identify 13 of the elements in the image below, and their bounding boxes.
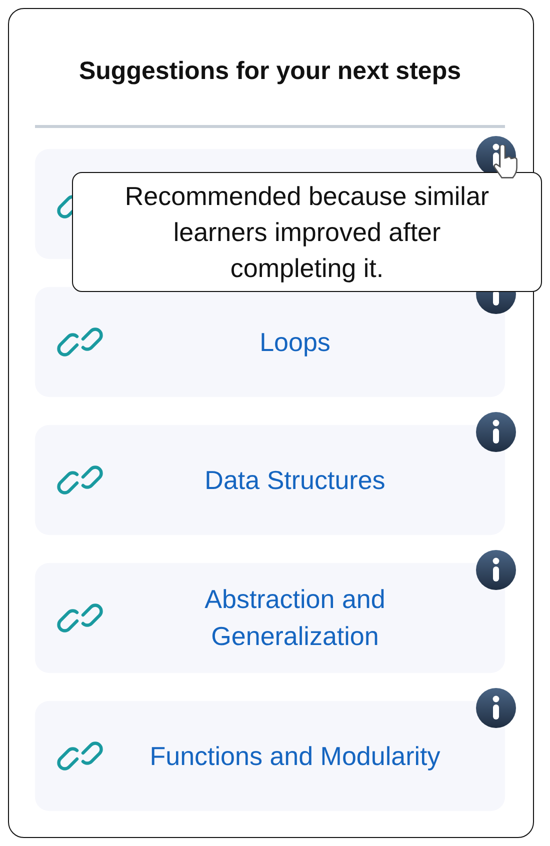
suggestion-title[interactable]: Functions and Modularity — [103, 738, 487, 774]
suggestion-title[interactable]: Abstraction and Generalization — [103, 581, 487, 655]
suggestion-title[interactable]: Loops — [103, 324, 487, 360]
suggestion-card[interactable]: Loops — [35, 287, 505, 397]
suggestion-card[interactable]: Functions and Modularity — [35, 701, 505, 811]
suggestion-card[interactable]: Abstraction and Generalization — [35, 563, 505, 673]
suggestion-card[interactable]: Data Structures — [35, 425, 505, 535]
panel-title: Suggestions for your next steps — [78, 56, 462, 87]
info-icon[interactable] — [476, 550, 516, 590]
info-icon[interactable] — [476, 412, 516, 452]
suggestion-title[interactable]: Data Structures — [103, 462, 487, 498]
tooltip: Recommended because similar learners improved after completing it. — [72, 172, 542, 292]
info-icon[interactable] — [476, 688, 516, 728]
